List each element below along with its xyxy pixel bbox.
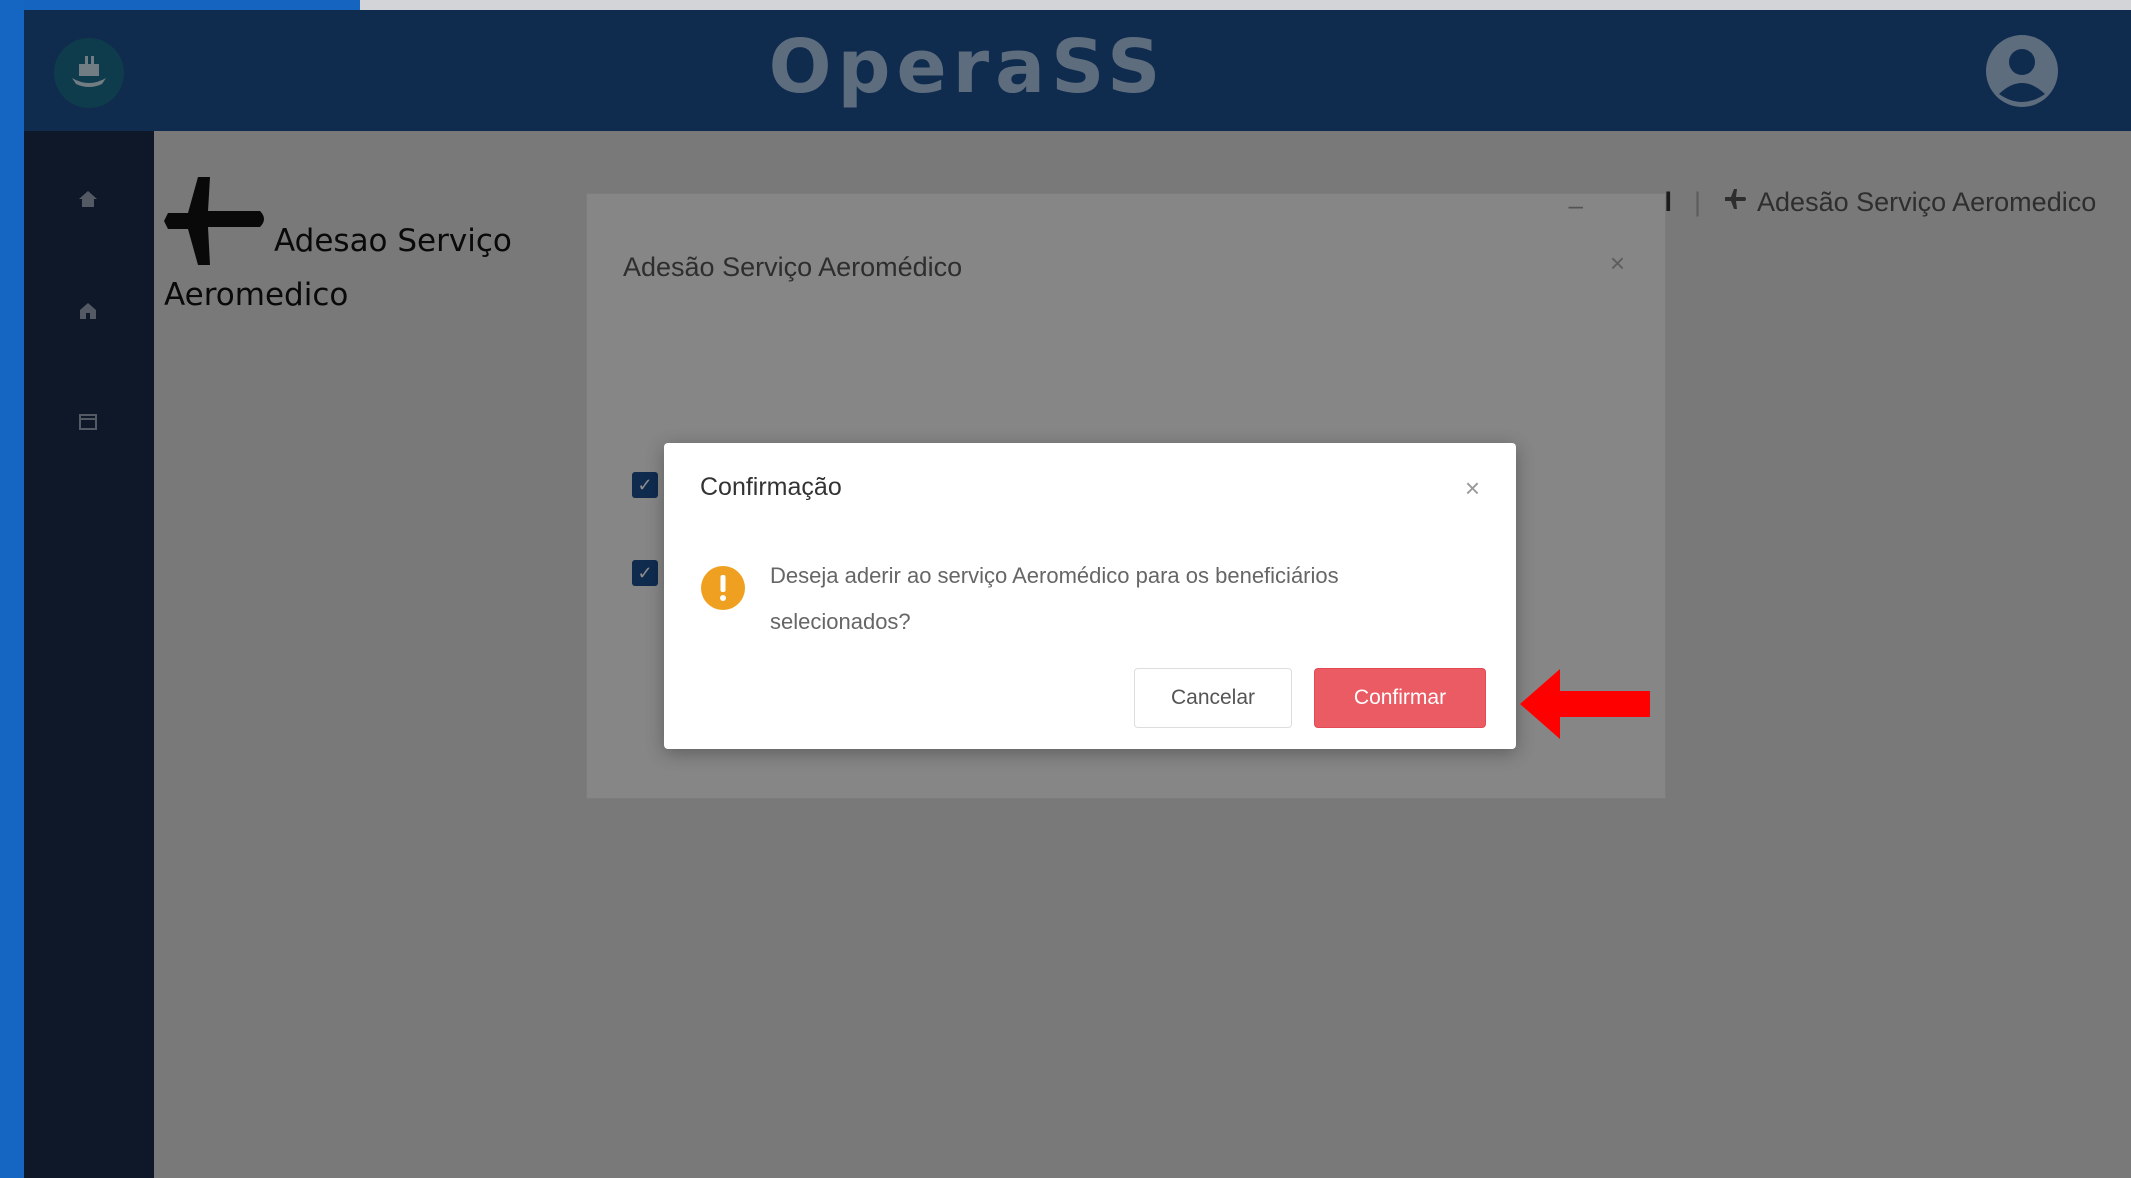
confirm-button[interactable]: Confirmar — [1314, 668, 1486, 728]
annotation-arrow-icon — [1520, 669, 1650, 739]
left-border — [0, 0, 24, 1178]
warning-icon — [701, 566, 745, 610]
dialog-message: Deseja aderir ao serviço Aeromédico para… — [770, 563, 1339, 634]
confirmation-dialog: Confirmação × Deseja aderir ao serviço A… — [664, 443, 1516, 749]
top-strip-accent — [0, 0, 360, 10]
dialog-close-button[interactable]: × — [1465, 473, 1480, 504]
dialog-title: Confirmação — [700, 473, 842, 501]
app-window: OperaSS Adesao Serviço Aeromedico | Ades… — [24, 10, 2131, 1178]
cancel-button[interactable]: Cancelar — [1134, 668, 1292, 728]
